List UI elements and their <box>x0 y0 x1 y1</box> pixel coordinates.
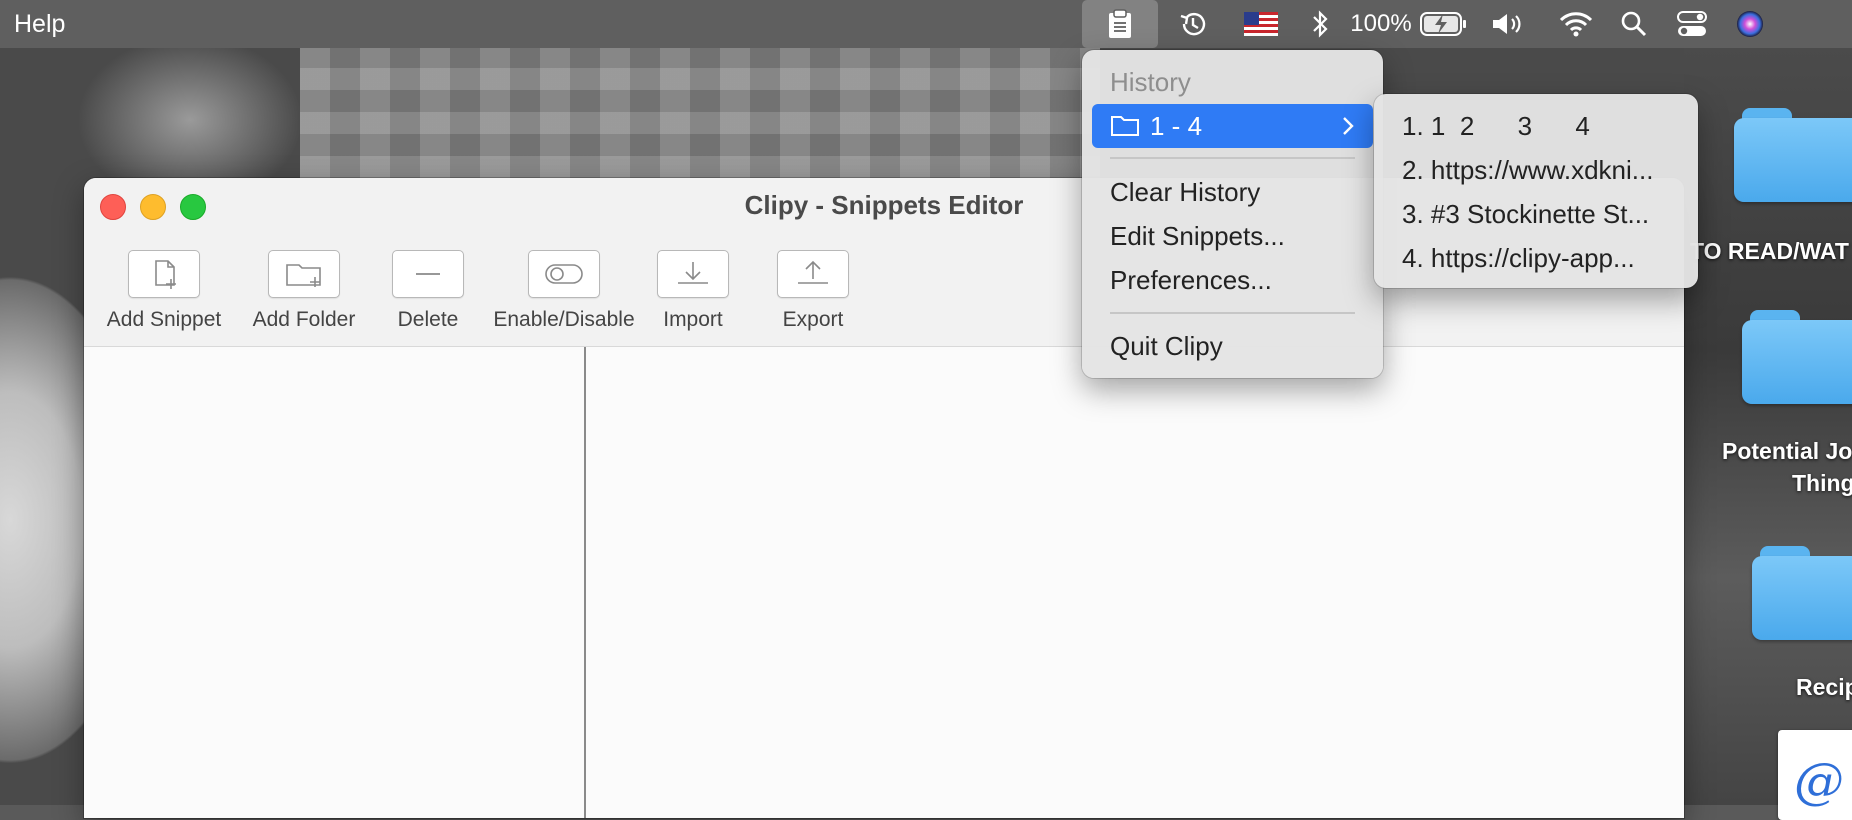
clipy-menu: History 1 - 4 Clear History Edit Snippet… <box>1082 50 1383 378</box>
menu-separator <box>1110 157 1355 159</box>
at-sign-icon: @ <box>1794 752 1844 810</box>
history-item-3[interactable]: 3. #3 Stockinette St... <box>1384 192 1688 236</box>
clipy-clipboard-icon[interactable] <box>1082 0 1158 48</box>
menu-help[interactable]: Help <box>14 10 65 39</box>
add-snippet-icon <box>128 250 200 298</box>
import-button[interactable]: Import <box>628 250 758 332</box>
history-group-1-4[interactable]: 1 - 4 <box>1092 104 1373 148</box>
wallpaper-pattern <box>300 48 1100 178</box>
import-icon <box>657 250 729 298</box>
snippet-content-editor[interactable] <box>586 347 1684 818</box>
desktop-folder-potential[interactable] <box>1742 310 1852 406</box>
history-group-label: 1 - 4 <box>1150 111 1203 141</box>
battery-percent: 100% <box>1350 10 1412 37</box>
preferences-item[interactable]: Preferences... <box>1092 258 1373 302</box>
history-item-2[interactable]: 2. https://www.xdkni... <box>1384 148 1688 192</box>
clear-history-item[interactable]: Clear History <box>1092 170 1373 214</box>
toggle-icon <box>528 250 600 298</box>
export-label: Export <box>782 308 844 331</box>
battery-charging-icon[interactable] <box>1416 0 1472 48</box>
status-items: 100% <box>1082 0 1776 48</box>
us-flag-input-icon[interactable] <box>1228 0 1294 48</box>
menu-bar: Help 100% <box>0 0 1852 48</box>
add-folder-icon <box>268 250 340 298</box>
export-button[interactable]: Export <box>748 250 878 332</box>
desktop-folder-potential-label: Potential Jo <box>1722 438 1852 464</box>
history-header: History <box>1110 67 1191 97</box>
export-icon <box>777 250 849 298</box>
minus-icon <box>392 250 464 298</box>
desktop-folder-recipes[interactable] <box>1752 546 1852 642</box>
siri-icon[interactable] <box>1724 0 1776 48</box>
import-label: Import <box>663 308 723 331</box>
desktop-folder-to-read[interactable] <box>1734 108 1852 204</box>
add-snippet-label: Add Snippet <box>106 308 222 331</box>
wifi-icon[interactable] <box>1544 0 1608 48</box>
control-center-icon[interactable] <box>1660 0 1724 48</box>
spotlight-search-icon[interactable] <box>1608 0 1660 48</box>
chevron-right-icon <box>1341 104 1355 161</box>
folder-icon <box>1110 106 1140 150</box>
desktop-folder-recipes-label: Recipes <box>1796 674 1852 700</box>
history-item-1[interactable]: 1. 1 2 3 4 <box>1384 104 1688 148</box>
quit-clipy-item[interactable]: Quit Clipy <box>1092 324 1373 368</box>
desktop-folder-to-read-label: TO READ/WAT <box>1690 238 1849 264</box>
history-submenu: 1. 1 2 3 4 2. https://www.xdkni... 3. #3… <box>1374 94 1698 288</box>
menu-separator <box>1110 312 1355 314</box>
history-item-4[interactable]: 4. https://clipy-app... <box>1384 236 1688 280</box>
volume-icon[interactable] <box>1472 0 1544 48</box>
snippet-folder-list[interactable] <box>84 347 586 818</box>
bluetooth-icon[interactable] <box>1294 0 1346 48</box>
add-snippet-button[interactable]: Add Snippet <box>84 250 244 332</box>
time-machine-icon[interactable] <box>1158 0 1228 48</box>
edit-snippets-item[interactable]: Edit Snippets... <box>1092 214 1373 258</box>
desktop-email-document[interactable]: @ <box>1778 730 1852 820</box>
desktop-folder-potential-label-2: Things <box>1792 470 1852 496</box>
